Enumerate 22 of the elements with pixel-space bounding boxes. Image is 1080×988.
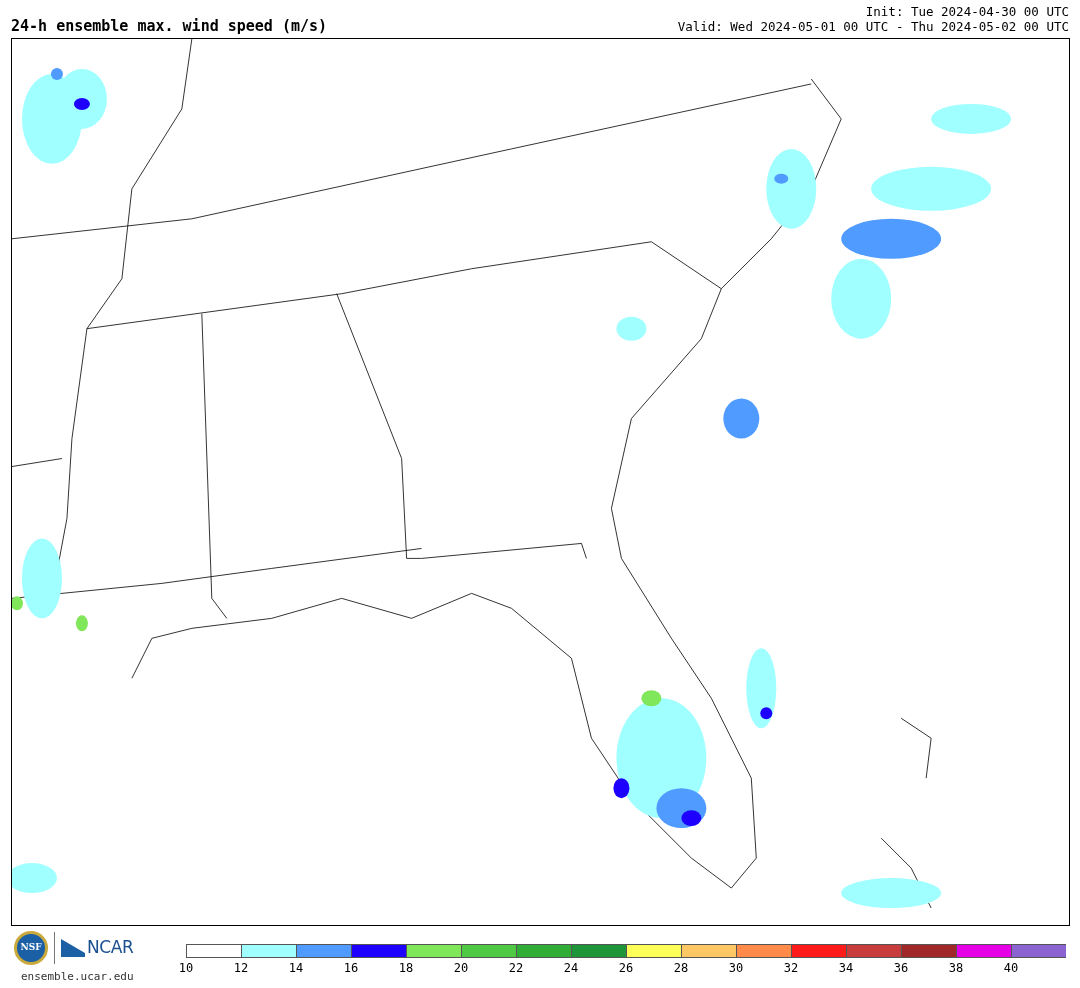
tick-label: 38 [948,962,964,974]
tick-label: 10 [178,962,194,974]
seal-logo: NSF [14,931,48,965]
tick-label: 36 [893,962,909,974]
tick-label: 14 [288,962,304,974]
chart-title: 24-h ensemble max. wind speed (m/s) [11,19,328,34]
valid-period: Valid: Wed 2024-05-01 00 UTC - Thu 2024-05-02 00 UTC [677,19,1069,34]
tick-label: 30 [728,962,744,974]
site-url: ensemble.ucar.edu [21,969,134,985]
tick-label: 16 [343,962,359,974]
tick-label: 26 [618,962,634,974]
tick-label: 12 [233,962,249,974]
tick-label: 24 [563,962,579,974]
tick-label: 40 [1003,962,1019,974]
tick-label: 18 [398,962,414,974]
tick-label: 22 [508,962,524,974]
tick-label: 34 [838,962,854,974]
tick-label: 20 [453,962,469,974]
init-time: Init: Tue 2024-04-30 00 UTC [865,4,1069,19]
tick-label: 28 [673,962,689,974]
org-logo: NCAR [61,935,134,961]
tick-label: 32 [783,962,799,974]
